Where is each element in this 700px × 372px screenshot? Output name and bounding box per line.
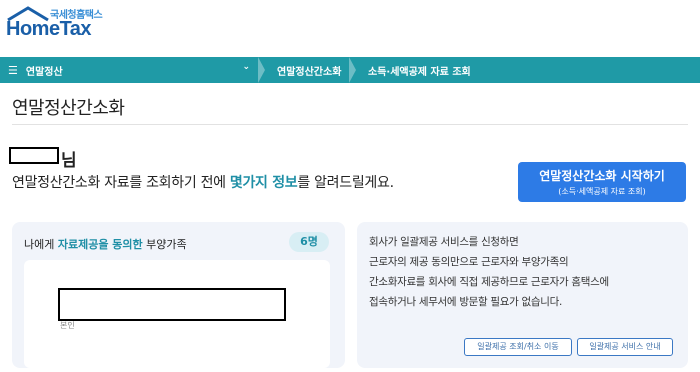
page: 국세청홈택스 HomeTax ☰ 연말정산 ⌄ 연말정산간소화 소득·세액공제 … [0,0,700,372]
redacted-user-name [9,147,59,164]
navigation-bar: ☰ 연말정산 ⌄ 연말정산간소화 소득·세액공제 자료 조회 [0,57,700,83]
bulk-provision-lookup-cancel-button[interactable]: 일괄제공 조회/취소 이동 [464,338,572,356]
dependents-heading-prefix: 나에게 [24,238,58,251]
description-line: 회사가 일괄제공 서비스를 신청하면 [369,236,519,248]
bulk-provision-guide-button[interactable]: 일괄제공 서비스 안내 [577,338,673,356]
breadcrumb-item-simplified[interactable]: 연말정산간소화 [265,57,349,83]
intro-message: 연말정산간소화 자료를 조회하기 전에 몇가지 정보를 알려드릴게요. [12,172,394,192]
logo-wordmark: HomeTax [6,18,92,40]
breadcrumb-label: 소득·세액공제 자료 조회 [368,66,471,78]
bulk-provision-description: 회사가 일괄제공 서비스를 신청하면 근로자의 제공 동의만으로 근로자와 부양… [369,232,679,312]
start-button-sublabel: (소득·세액공제 자료 조회) [558,187,646,196]
breadcrumb-item-deduction-lookup[interactable]: 소득·세액공제 자료 조회 [356,57,476,83]
chevron-down-icon[interactable]: ⌄ [242,62,250,72]
honorific-suffix: 님 [61,151,77,171]
hamburger-icon[interactable]: ☰ [8,64,18,77]
redacted-dependent-info [58,288,286,321]
dependents-count-badge: 6명 [289,232,329,252]
title-divider [12,124,688,125]
start-simplified-service-button[interactable]: 연말정산간소화 시작하기 (소득·세액공제 자료 조회) [518,162,686,202]
dependents-heading-highlight: 자료제공을 동의한 [57,238,143,251]
nav-menu-label: 연말정산 [25,66,63,78]
breadcrumb-separator [258,57,265,83]
intro-highlight: 몇가지 정보 [229,175,298,191]
description-line: 근로자의 제공 동의만으로 근로자와 부양가족의 [369,256,569,268]
dependent-relation-label: 본인 [60,321,75,330]
bulk-provision-info-card: 회사가 일괄제공 서비스를 신청하면 근로자의 제공 동의만으로 근로자와 부양… [357,222,688,368]
hometax-logo[interactable]: 국세청홈택스 HomeTax [6,6,136,42]
start-button-label: 연말정산간소화 시작하기 [539,169,665,183]
intro-suffix: 를 알려드릴게요. [297,175,394,191]
description-line: 간소화자료를 회사에 직접 제공하므로 근로자가 홈택스에 [369,276,609,288]
dependents-heading-suffix: 부양가족 [142,238,187,251]
dependents-list: 본인 [24,260,330,368]
breadcrumb-label: 연말정산간소화 [277,66,342,78]
description-line: 접속하거나 세무서에 방문할 필요가 없습니다. [369,296,563,308]
dependents-heading: 나에게 자료제공을 동의한 부양가족 [24,236,187,252]
dependents-card: 나에게 자료제공을 동의한 부양가족 6명 본인 [12,222,345,368]
breadcrumb-separator [349,57,356,83]
nav-menu-dropdown[interactable]: ☰ 연말정산 ⌄ [0,57,258,83]
page-title: 연말정산간소화 [12,98,125,119]
intro-prefix: 연말정산간소화 자료를 조회하기 전에 [12,175,230,191]
